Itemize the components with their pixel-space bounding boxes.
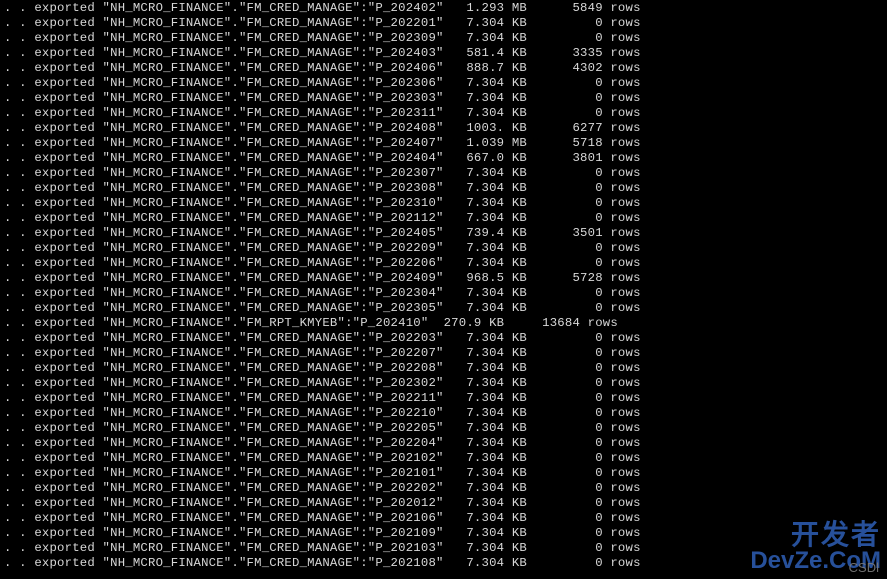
csdn-watermark: CSDl [849,560,879,575]
terminal-output: . . exported "NH_MCRO_FINANCE"."FM_CRED_… [0,0,887,571]
